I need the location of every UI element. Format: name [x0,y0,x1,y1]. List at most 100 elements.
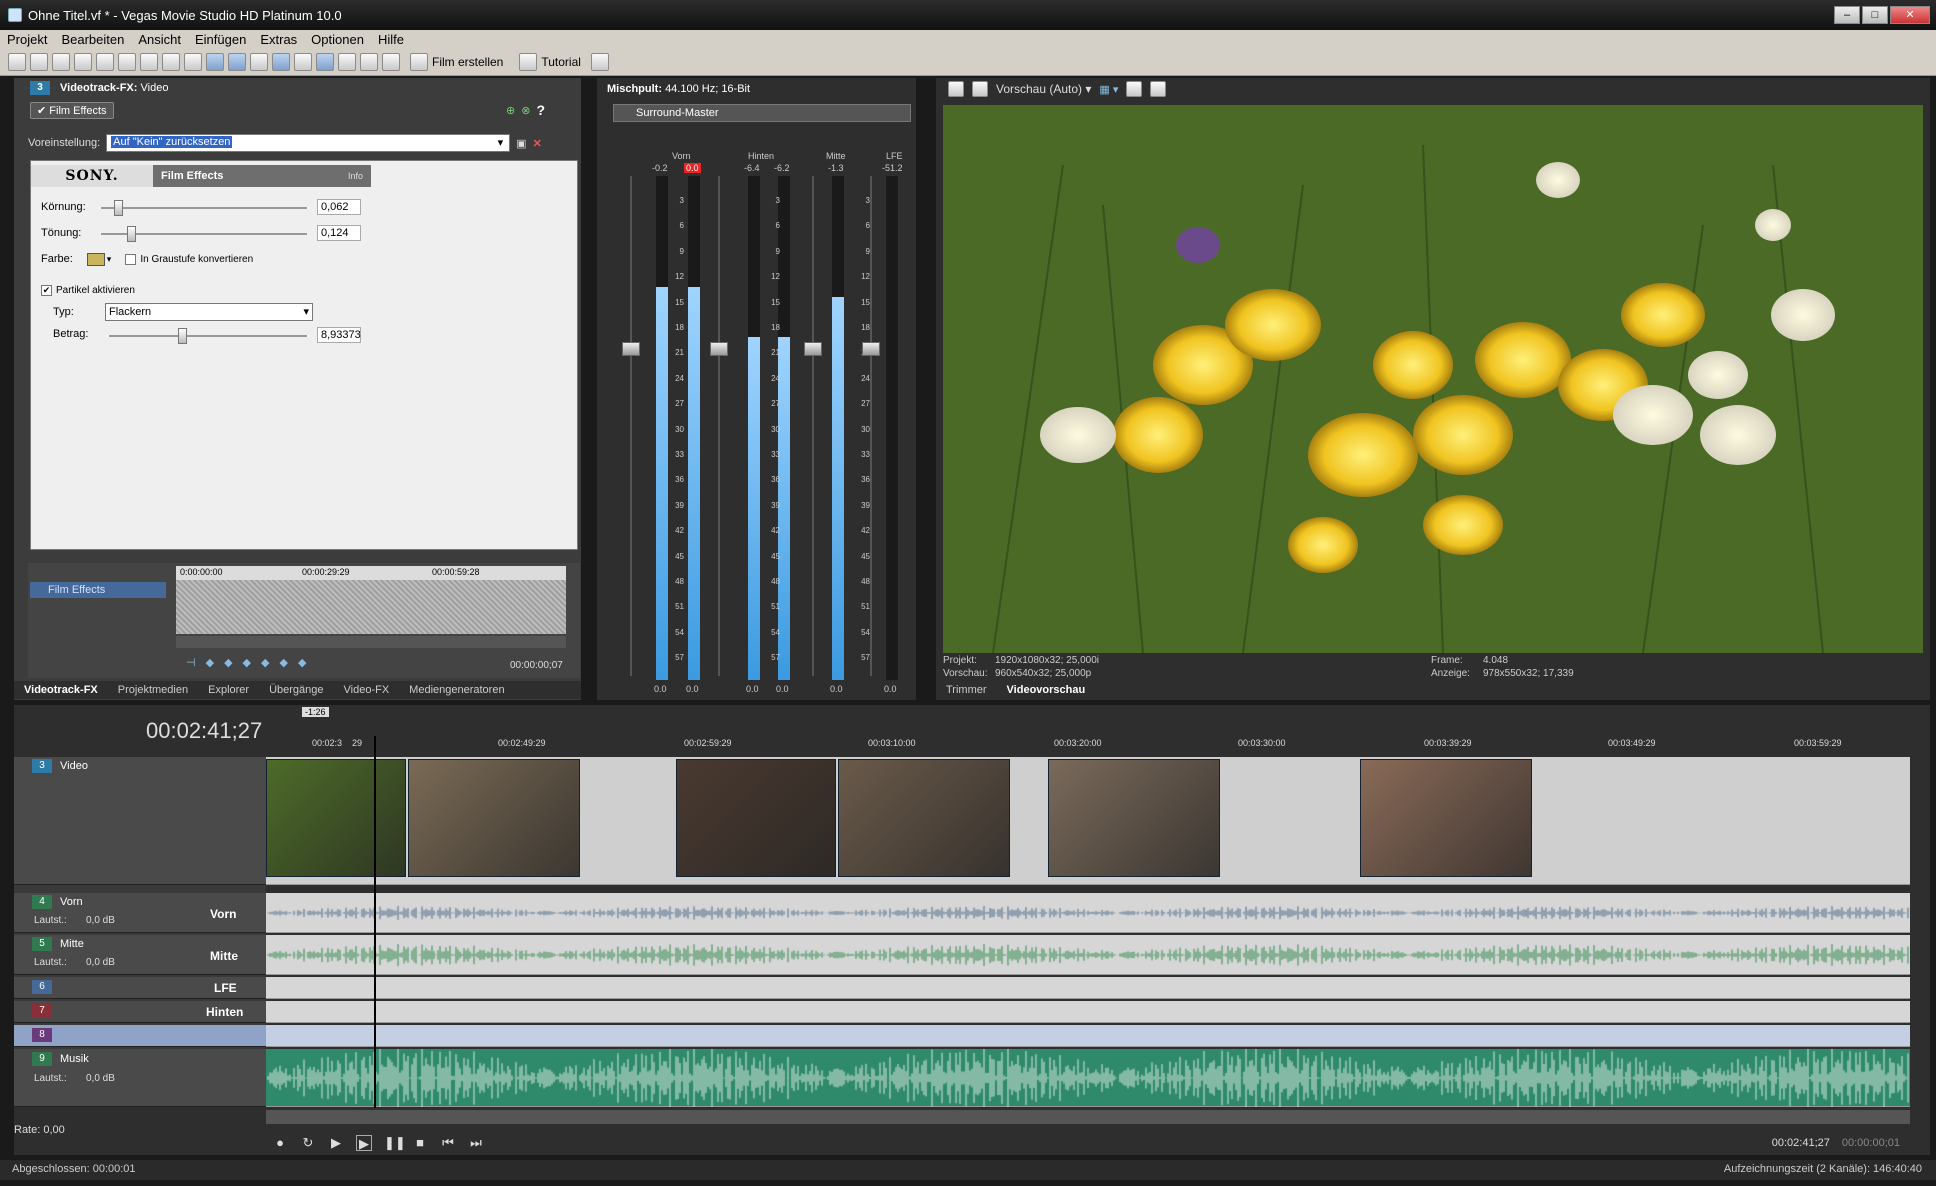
film-erstellen-button[interactable]: Film erstellen [404,52,509,71]
save-preset-icon[interactable]: ▣ [516,137,526,150]
fader-knob[interactable] [710,342,728,356]
tab-trimmer[interactable]: Trimmer [936,684,997,696]
video-clip[interactable] [838,759,1010,877]
peak-value[interactable]: -51.2 [882,163,903,173]
peak-value[interactable]: -6.4 [744,163,760,173]
pause-icon[interactable]: ❚❚ [384,1135,406,1151]
kf-next2-icon[interactable]: ◆ [261,656,269,669]
partikel-checkbox[interactable]: ✔ [41,284,52,296]
audio-lane-mitte[interactable] [266,935,1910,975]
menu-optionen[interactable]: Optionen [304,32,371,47]
loop-icon[interactable]: ↻ [300,1135,316,1151]
close-button[interactable]: ✕ [1890,6,1930,24]
fader-knob[interactable] [804,342,822,356]
keyframe-scrollbar[interactable] [176,636,566,648]
toenung-value[interactable]: 0,124 [317,225,361,241]
preset-dropdown[interactable]: Auf "Kein" zurücksetzen ▾ [106,134,511,152]
stop-icon[interactable]: ■ [412,1135,428,1151]
save-icon[interactable] [52,52,70,71]
kf-add-icon[interactable]: ◆ [279,656,287,669]
maximize-button[interactable]: □ [1862,6,1888,24]
fader-knob[interactable] [862,342,880,356]
peak-value[interactable]: -6.2 [774,163,790,173]
menu-einfuegen[interactable]: Einfügen [188,32,253,47]
toenung-knob[interactable] [127,226,136,242]
color-dropdown-icon[interactable]: ▾ [107,254,112,265]
audio-lane-vorn[interactable] [266,893,1910,933]
video-clip[interactable] [1048,759,1220,877]
overlays-icon[interactable]: ▦ ▾ [1099,83,1118,96]
record-icon[interactable]: ● [272,1135,288,1151]
kf-delete-icon[interactable]: ◆ [298,656,306,669]
kf-first-icon[interactable]: ⊣ [186,656,196,669]
redo-icon[interactable] [184,52,202,71]
preview-quality-dropdown[interactable]: Vorschau (Auto) ▾ [996,82,1091,96]
tab-video-fx[interactable]: Video-FX [334,684,400,696]
kf-prev-icon[interactable]: ◆ [206,656,214,669]
preview-properties-icon[interactable] [948,81,964,97]
tutorial-button[interactable]: Tutorial [513,52,587,71]
new-icon[interactable] [8,52,26,71]
copy-snapshot-icon[interactable] [1126,81,1143,97]
audio-lane-musik[interactable] [266,1049,1910,1107]
peak-value[interactable]: -0.2 [652,163,668,173]
peak-value[interactable]: -1.3 [828,163,844,173]
toenung-slider[interactable] [101,226,307,242]
fader-knob[interactable] [622,342,640,356]
playhead-cursor[interactable] [374,736,376,1108]
kf-prev2-icon[interactable]: ◆ [224,656,232,669]
play-from-start-icon[interactable]: ▶ [328,1135,344,1151]
crossfade-icon[interactable] [228,52,246,71]
timeline-scrollbar[interactable] [266,1110,1910,1124]
tab-videotrack-fx[interactable]: Videotrack-FX [14,684,108,696]
play-icon[interactable]: ▶ [356,1135,372,1151]
plugin-chain-icon[interactable]: ⊕ [506,104,515,117]
video-clip[interactable] [266,759,406,877]
auto-ripple-icon[interactable] [206,52,224,71]
fader-track[interactable] [870,176,872,676]
kf-next-icon[interactable]: ◆ [243,656,251,669]
track-header-musik[interactable]: 9 Musik Lautst.: 0,0 dB [14,1049,266,1107]
video-clip[interactable] [408,759,580,877]
menu-ansicht[interactable]: Ansicht [131,32,188,47]
save-as-icon[interactable] [74,52,92,71]
zoom-tool-icon[interactable] [382,52,400,71]
save-snapshot-icon[interactable] [1150,81,1167,97]
track-header-lfe[interactable]: 6 LFE [14,977,266,999]
cut-icon[interactable] [96,52,114,71]
koernung-knob[interactable] [114,200,123,216]
snap-icon[interactable] [250,52,268,71]
selection-tool-icon[interactable] [360,52,378,71]
graustufe-checkbox[interactable] [125,253,137,265]
typ-dropdown[interactable]: Flackern ▾ [105,303,313,321]
fx-chain-item[interactable]: ✔ Film Effects [30,101,114,119]
keyframe-track[interactable] [176,580,566,634]
tab-mediengeneratoren[interactable]: Mediengeneratoren [399,684,514,696]
menu-extras[interactable]: Extras [253,32,304,47]
menu-hilfe[interactable]: Hilfe [371,32,411,47]
audio-lane-8[interactable] [266,1025,1910,1047]
fader-track[interactable] [630,176,632,676]
tab-explorer[interactable]: Explorer [198,684,259,696]
undo-icon[interactable] [162,52,180,71]
marker-flag[interactable]: -1:26 [302,707,329,717]
video-clip[interactable] [1360,759,1532,877]
tab-uebergaenge[interactable]: Übergänge [259,684,333,696]
betrag-knob[interactable] [178,328,187,344]
lock-envelope-icon[interactable] [272,52,290,71]
envelope-tool-icon[interactable] [338,52,356,71]
paste-icon[interactable] [140,52,158,71]
external-monitor-icon[interactable] [972,81,988,97]
track-header-mitte[interactable]: 5 Mitte Mitte Lautst.: 0,0 dB [14,935,266,975]
track-header-hinten[interactable]: 7 Hinten [14,1001,266,1023]
fader-track[interactable] [718,176,720,676]
ignore-grouping-icon[interactable] [294,52,312,71]
color-swatch[interactable] [86,252,105,266]
koernung-slider[interactable] [101,200,307,216]
peak-value[interactable]: 0.0 [684,163,701,173]
track-header-8[interactable]: 8 [14,1025,266,1047]
video-lane[interactable] [266,757,1910,885]
audio-lane-hinten[interactable] [266,1001,1910,1023]
tab-videovorschau[interactable]: Videovorschau [997,684,1096,696]
track-header-video[interactable]: 3 Video [14,757,266,885]
